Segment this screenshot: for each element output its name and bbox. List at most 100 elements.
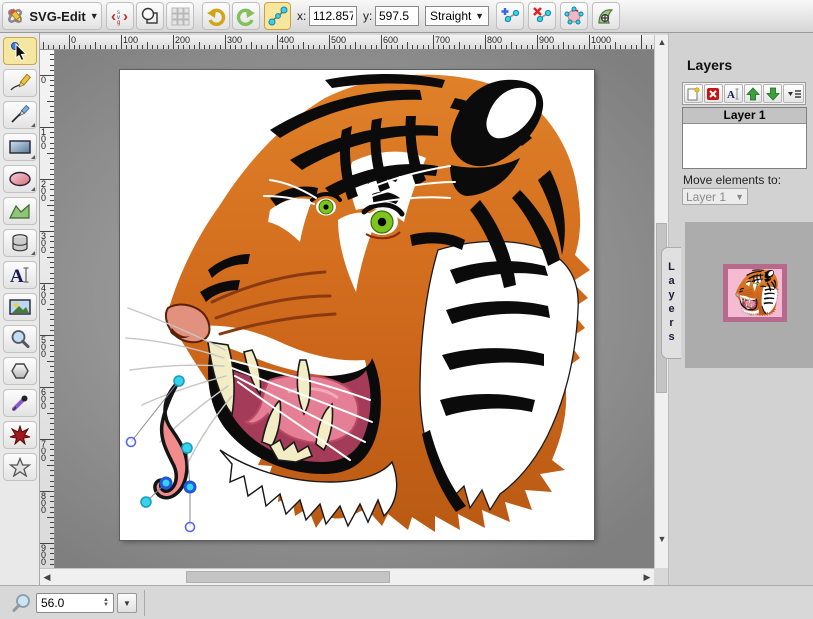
add-node-button[interactable] <box>496 2 524 30</box>
tool-path[interactable] <box>3 197 37 225</box>
path-tool-icon <box>8 202 32 220</box>
zoom-level-input[interactable]: 56.0 ▲▼ <box>36 593 114 613</box>
polygon-tool-icon <box>9 361 31 381</box>
document-properties-icon <box>140 6 160 26</box>
horizontal-scrollbar-thumb[interactable] <box>186 571 390 583</box>
link-control-points-icon <box>268 6 288 26</box>
svg-canvas-page[interactable] <box>120 70 594 540</box>
top-toolbar: SVG-Edit ▼ ‹ › s v g <box>0 0 813 33</box>
path-node <box>141 497 151 507</box>
tool-text[interactable]: A <box>3 261 37 289</box>
redo-button[interactable] <box>232 2 260 30</box>
drawing-thumbnail[interactable] <box>723 264 787 322</box>
layer-row-selected[interactable]: Layer 1 <box>683 108 806 124</box>
x-coordinate-input[interactable] <box>309 6 357 26</box>
left-tool-palette: A <box>0 33 40 585</box>
tool-star[interactable] <box>3 453 37 481</box>
tool-eyedropper[interactable] <box>3 389 37 417</box>
tool-rectangle[interactable] <box>3 133 37 161</box>
grid-button[interactable] <box>166 2 194 30</box>
horizontal-scrollbar[interactable]: ◀ ▶ <box>40 568 654 585</box>
bottom-bar: 56.0 ▲▼ ▼ <box>0 585 813 619</box>
layer-options-button[interactable] <box>783 84 804 103</box>
y-coordinate-input[interactable] <box>375 6 419 26</box>
drawing-thumbnail-image <box>728 269 782 317</box>
delete-layer-button[interactable] <box>704 84 723 103</box>
add-node-icon <box>500 6 520 26</box>
link-control-points-toggle[interactable] <box>264 2 291 30</box>
segment-type-select[interactable]: Straight ▼ <box>425 6 489 26</box>
zoom-tool-icon <box>10 329 30 349</box>
spinner-icon[interactable]: ▲▼ <box>103 598 109 608</box>
flyout-arrow-icon <box>31 187 35 191</box>
add-subpath-button[interactable] <box>592 2 620 30</box>
move-elements-select[interactable]: Layer 1 ▼ <box>682 188 748 205</box>
redo-icon <box>236 6 256 26</box>
chevron-down-icon: ▼ <box>475 11 484 21</box>
undo-icon <box>206 6 226 26</box>
rectangle-tool-icon <box>8 138 32 156</box>
tool-shape-library[interactable] <box>3 229 37 257</box>
tool-starburst[interactable] <box>3 421 37 449</box>
tool-polygon[interactable] <box>3 357 37 385</box>
canvas-workspace[interactable] <box>55 50 654 568</box>
document-properties-button[interactable] <box>136 2 164 30</box>
flyout-arrow-icon <box>31 155 35 159</box>
delete-layer-icon <box>706 87 720 101</box>
x-coordinate-label: x: <box>297 9 306 23</box>
svg-text:A: A <box>10 266 24 285</box>
zoom-level-value: 56.0 <box>41 596 64 610</box>
svg-edit-logo-icon <box>5 6 25 26</box>
divider <box>144 590 145 616</box>
layers-side-tab[interactable]: Layers <box>661 247 681 359</box>
scroll-down-icon[interactable]: ▼ <box>655 533 669 546</box>
starburst-tool-icon <box>9 425 31 445</box>
layers-panel: Layers A <box>668 33 813 585</box>
delete-node-button[interactable] <box>528 2 556 30</box>
flyout-arrow-icon <box>31 251 35 255</box>
edit-source-button[interactable]: ‹ › s v g <box>106 2 134 30</box>
scroll-up-icon[interactable]: ▲ <box>655 36 669 49</box>
select-tool-icon <box>9 41 31 61</box>
tool-select[interactable] <box>3 37 37 65</box>
tool-zoom[interactable] <box>3 325 37 353</box>
layer-list[interactable]: Layer 1 <box>682 107 807 169</box>
tool-image[interactable] <box>3 293 37 321</box>
zoom-icon <box>12 593 32 613</box>
tool-line[interactable] <box>3 101 37 129</box>
move-layer-down-button[interactable] <box>763 84 782 103</box>
svg-text:›: › <box>123 8 128 25</box>
chevron-down-icon: ▼ <box>123 599 131 608</box>
path-node-selected <box>185 482 195 492</box>
close-path-button[interactable] <box>560 2 588 30</box>
zoom-preset-dropdown[interactable]: ▼ <box>117 593 137 613</box>
tool-ellipse[interactable] <box>3 165 37 193</box>
main-menu-button[interactable]: SVG-Edit ▼ <box>2 2 102 30</box>
star-tool-icon <box>9 457 31 477</box>
svg-text:‹: ‹ <box>111 8 116 25</box>
svg-text:A: A <box>727 89 735 101</box>
arrow-up-icon <box>746 87 760 101</box>
tool-pencil[interactable] <box>3 69 37 97</box>
close-path-icon <box>564 6 584 26</box>
flyout-arrow-icon <box>31 123 35 127</box>
path-node-selected <box>161 478 171 488</box>
add-subpath-icon <box>596 6 616 26</box>
text-tool-icon: A <box>8 265 32 285</box>
image-tool-icon <box>8 298 32 316</box>
pencil-tool-icon <box>9 73 31 93</box>
new-layer-button[interactable] <box>684 84 703 103</box>
tiger-drawing[interactable] <box>120 70 594 540</box>
rename-layer-icon: A <box>726 87 740 101</box>
rename-layer-button[interactable]: A <box>724 84 743 103</box>
move-layer-up-button[interactable] <box>744 84 763 103</box>
layer-options-icon <box>786 87 802 101</box>
undo-button[interactable] <box>202 2 230 30</box>
scroll-left-icon[interactable]: ◀ <box>40 571 54 584</box>
chevron-down-icon: ▼ <box>735 192 744 202</box>
canvas-overview <box>685 222 813 368</box>
scroll-right-icon[interactable]: ▶ <box>640 571 654 584</box>
line-tool-icon <box>9 105 31 125</box>
shape-library-icon <box>10 233 30 253</box>
ruler-horizontal: 01002003004005006007008009001000 <box>40 35 654 50</box>
